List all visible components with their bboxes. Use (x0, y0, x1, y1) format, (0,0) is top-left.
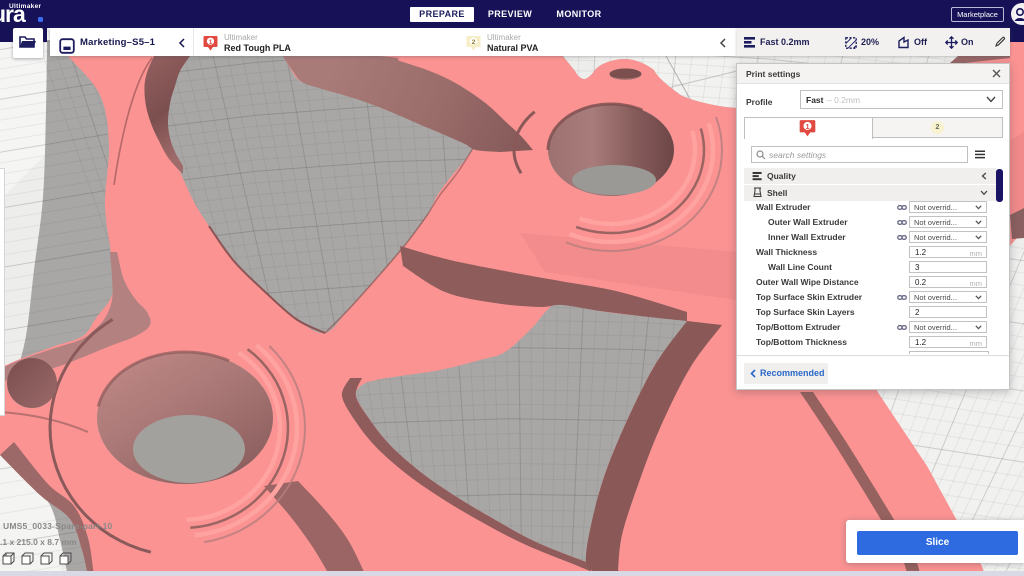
svg-text:1: 1 (209, 39, 213, 46)
svg-text:2: 2 (472, 39, 476, 46)
svg-text:1: 1 (805, 122, 809, 131)
